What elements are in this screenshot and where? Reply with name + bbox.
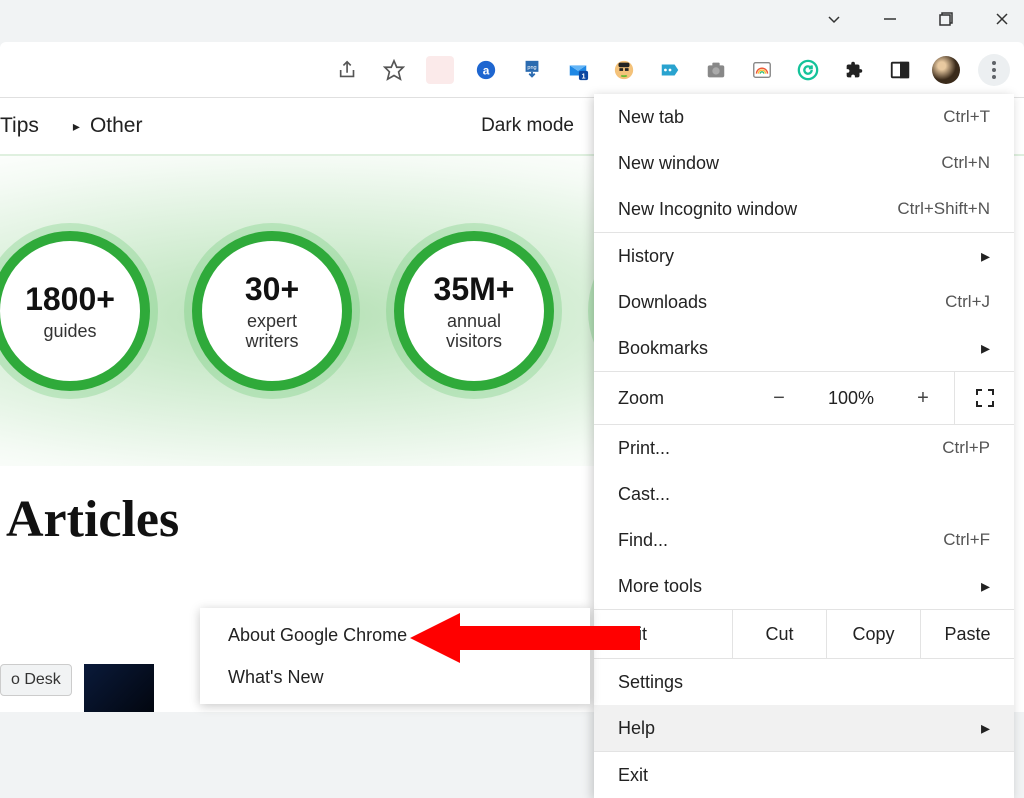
extension-face-icon[interactable] [610,56,638,84]
svg-text:a: a [483,63,490,77]
extension-rainbow-icon[interactable] [748,56,776,84]
stat-label: expert writers [246,312,299,352]
extension-png-icon[interactable]: png [518,56,546,84]
stat-value: 35M+ [434,271,515,308]
zoom-out-button[interactable]: − [761,387,797,410]
stat-circle: 1800+ guides [0,231,150,391]
menu-history[interactable]: History▸ [594,233,1014,279]
close-button[interactable] [988,5,1016,33]
browser-toolbar: a png 1 [0,42,1024,98]
menu-bookmarks[interactable]: Bookmarks▸ [594,325,1014,371]
minimize-button[interactable] [876,5,904,33]
menu-new-tab[interactable]: New tabCtrl+T [594,94,1014,140]
menu-cast[interactable]: Cast... [594,471,1014,517]
menu-find[interactable]: Find...Ctrl+F [594,517,1014,563]
chrome-menu: New tabCtrl+T New windowCtrl+N New Incog… [594,94,1014,798]
extension-a-icon[interactable]: a [472,56,500,84]
annotation-arrow [410,608,640,668]
menu-settings[interactable]: Settings [594,659,1014,705]
menu-zoom: Zoom − 100% + [594,372,1014,424]
chevron-right-icon: ▸ [981,576,990,597]
caret-down-icon[interactable] [820,5,848,33]
stat-label: annual visitors [446,312,502,352]
stat-value: 30+ [245,271,299,308]
maximize-button[interactable] [932,5,960,33]
chevron-right-icon: ▸ [981,338,990,359]
chevron-right-icon: ▸ [981,246,990,267]
extension-tag-icon[interactable] [656,56,684,84]
window-titlebar [0,0,1024,38]
menu-new-window[interactable]: New windowCtrl+N [594,140,1014,186]
share-icon[interactable] [334,56,362,84]
stat-circle: 35M+ annual visitors [394,231,554,391]
chrome-menu-button[interactable] [978,54,1010,86]
sidepanel-icon[interactable] [886,56,914,84]
nav-other[interactable]: ▸ Other [73,114,143,138]
extension-blank-icon[interactable] [426,56,454,84]
nav-tips[interactable]: Tips [0,114,39,138]
chevron-right-icon: ▸ [981,718,990,739]
zoom-value: 100% [823,388,879,409]
svg-text:png: png [527,65,536,71]
menu-copy[interactable]: Copy [826,610,920,658]
nav-tips-label: Tips [0,114,39,138]
caret-icon: ▸ [73,118,80,135]
extension-mail-icon[interactable]: 1 [564,56,592,84]
article-thumbnail[interactable] [84,664,154,712]
menu-downloads[interactable]: DownloadsCtrl+J [594,279,1014,325]
extension-camera-icon[interactable] [702,56,730,84]
stat-value: 1800+ [25,281,115,318]
menu-cut[interactable]: Cut [732,610,826,658]
svg-text:1: 1 [581,71,585,80]
desk-tag[interactable]: o Desk [0,664,72,696]
menu-paste[interactable]: Paste [920,610,1014,658]
dark-mode-toggle[interactable]: Dark mode [481,115,574,137]
profile-avatar[interactable] [932,56,960,84]
extension-grammarly-icon[interactable] [794,56,822,84]
stat-label: guides [43,322,96,342]
nav-other-label: Other [90,114,143,138]
extensions-puzzle-icon[interactable] [840,56,868,84]
article-tile-row: o Desk [0,664,154,712]
menu-exit[interactable]: Exit [594,752,1014,798]
menu-incognito[interactable]: New Incognito windowCtrl+Shift+N [594,186,1014,232]
menu-print[interactable]: Print...Ctrl+P [594,425,1014,471]
zoom-in-button[interactable]: + [905,387,941,410]
star-icon[interactable] [380,56,408,84]
stat-circle: 30+ expert writers [192,231,352,391]
fullscreen-button[interactable] [954,372,1014,424]
menu-more-tools[interactable]: More tools▸ [594,563,1014,609]
menu-edit-row: Edit Cut Copy Paste [594,610,1014,658]
